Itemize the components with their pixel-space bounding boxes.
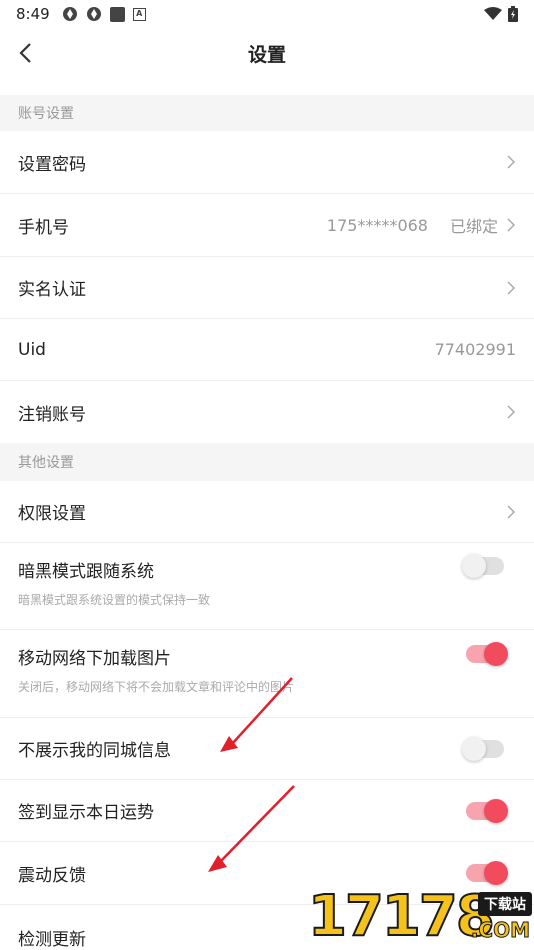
chevron-right-icon (507, 280, 516, 295)
status-bar: 8:49 A (0, 0, 534, 28)
watermark-badge: 下载站 (478, 892, 532, 916)
row-label: 签到显示本日运势 (18, 803, 154, 823)
row-mobile-images: 移动网络下加载图片 关闭后，移动网络下将不会加载文章和评论中的图片 (0, 630, 534, 718)
row-local-info: 不展示我的同城信息 (0, 718, 534, 780)
watermark-number: 17178 (307, 883, 496, 950)
uid-value: 77402991 (434, 340, 516, 359)
back-button[interactable] (10, 36, 40, 70)
chevron-right-icon (507, 155, 516, 169)
row-permission-settings[interactable]: 权限设置 (0, 481, 534, 543)
wifi-icon (484, 7, 502, 20)
status-time: 8:49 (16, 5, 50, 23)
section-header-other: 其他设置 (0, 443, 534, 481)
row-label: 震动反馈 (18, 865, 86, 886)
chevron-right-icon (507, 504, 516, 519)
toggle-knob (484, 799, 508, 823)
row-realname-auth[interactable]: 实名认证 (0, 257, 534, 319)
row-phone[interactable]: 手机号 175*****068 已绑定 (0, 194, 534, 257)
app-notification-icon-2 (86, 7, 101, 21)
toggle-knob (462, 554, 486, 578)
chevron-right-icon (507, 405, 516, 419)
dark-mode-toggle[interactable] (462, 554, 504, 578)
fortune-toggle[interactable] (466, 799, 508, 823)
row-set-password[interactable]: 设置密码 (0, 131, 534, 194)
row-description: 暗黑模式跟系统设置的模式保持一致 (18, 593, 211, 607)
chevron-right-icon (507, 218, 516, 232)
row-label: 移动网络下加载图片 (18, 649, 171, 669)
row-label: 设置密码 (18, 154, 86, 175)
notification-square-icon (109, 6, 125, 22)
row-label: 权限设置 (18, 504, 86, 524)
battery-icon (508, 6, 518, 22)
local-info-toggle[interactable] (462, 737, 504, 761)
row-label: 暗黑模式跟随系统 (18, 562, 154, 582)
phone-bound-status: 已绑定 (449, 217, 498, 236)
section-header-account: 账号设置 (0, 95, 534, 131)
watermark-suffix: .COM (470, 918, 530, 943)
nav-bar: 设置 (0, 28, 534, 78)
notification-a-icon: A (132, 7, 146, 21)
row-cancel-account[interactable]: 注销账号 (0, 381, 534, 443)
row-uid: Uid 77402991 (0, 319, 534, 381)
row-label: Uid (18, 339, 46, 360)
page-title: 设置 (247, 43, 286, 66)
row-dark-mode: 暗黑模式跟随系统 暗黑模式跟系统设置的模式保持一致 (0, 543, 534, 630)
row-label: 注销账号 (18, 404, 86, 425)
toggle-knob (484, 861, 508, 885)
phone-number: 175*****068 (326, 215, 428, 235)
row-label: 手机号 (18, 217, 69, 238)
back-arrow-icon (19, 43, 31, 63)
app-notification-icon (62, 7, 77, 21)
mobile-images-toggle[interactable] (466, 642, 508, 666)
row-fortune: 签到显示本日运势 (0, 780, 534, 842)
watermark: 17178 下载站 .COM (307, 883, 534, 950)
vibration-toggle[interactable] (466, 861, 508, 885)
row-label: 检测更新 (18, 930, 86, 950)
toggle-knob (484, 642, 508, 666)
toggle-knob (462, 737, 486, 761)
row-label: 实名认证 (18, 280, 86, 300)
row-description: 关闭后，移动网络下将不会加载文章和评论中的图片 (18, 680, 295, 694)
row-label: 不展示我的同城信息 (18, 741, 171, 761)
